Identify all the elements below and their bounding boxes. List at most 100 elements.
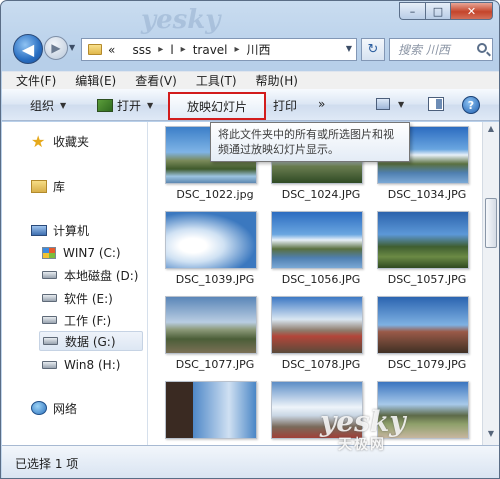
file-item[interactable]: DSC_1039.JPG [165, 211, 261, 286]
maximize-button[interactable]: □ [425, 2, 450, 20]
more-commands-button[interactable]: » [318, 97, 325, 111]
back-arrow-icon[interactable]: ◀ [13, 34, 43, 64]
sidebar-item-computer[interactable]: 计算机 [2, 220, 89, 240]
content-area: ★ 收藏夹 库 计算机 WIN7 (C:) 本地磁盘 (D:) 软件 (E:) … [2, 122, 499, 453]
watermark-subtitle: 天极网 [338, 437, 386, 453]
file-name: DSC_1078.JPG [281, 358, 361, 371]
navigation-pane: ★ 收藏夹 库 计算机 WIN7 (C:) 本地磁盘 (D:) 软件 (E:) … [2, 122, 148, 445]
scrollbar-thumb[interactable] [485, 198, 497, 248]
recent-pages-dropdown-icon[interactable]: ▼ [69, 43, 75, 52]
breadcrumb-chuanxi[interactable]: 川西 [247, 41, 271, 58]
image-thumbnail[interactable] [271, 211, 363, 269]
file-name: DSC_1056.JPG [281, 273, 361, 286]
file-item[interactable]: DSC_1056.JPG [271, 211, 367, 286]
tooltip-line-2: 频通过放映幻灯片显示。 [218, 143, 339, 156]
breadcrumb-sss[interactable]: sss [133, 43, 152, 57]
breadcrumb-separator[interactable]: ▸ [158, 44, 163, 55]
address-dropdown-icon[interactable]: ▼ [346, 44, 352, 53]
sidebar-label: 工作 (F:) [64, 313, 112, 328]
search-placeholder: 搜索 川西 [398, 43, 450, 57]
sidebar-label: 本地磁盘 (D:) [64, 268, 139, 283]
close-button[interactable]: ✕ [450, 2, 493, 20]
slideshow-tooltip: 将此文件夹中的所有或所选图片和视 频通过放映幻灯片显示。 [210, 122, 410, 162]
image-thumbnail[interactable] [377, 211, 469, 269]
file-name: DSC_1077.JPG [175, 358, 255, 371]
hard-drive-icon [42, 294, 57, 302]
hard-drive-icon [42, 316, 57, 324]
chevron-down-icon[interactable]: ▼ [398, 100, 404, 109]
print-button[interactable]: 打印 [273, 97, 297, 114]
sidebar-label: 库 [53, 179, 66, 194]
navigation-row: ◀ ▶ ▼ « sss ▸ l ▸ travel ▸ 川西 ▼ ↻ 搜索 川西 [1, 29, 499, 73]
file-item[interactable]: DSC_1079.JPG [377, 296, 473, 371]
organize-label: 组织 [30, 99, 55, 113]
sidebar-item-drive-e[interactable]: 软件 (E:) [2, 288, 142, 308]
change-view-icon[interactable] [376, 98, 390, 110]
menu-view[interactable]: 查看(V) [135, 72, 177, 89]
sidebar-label: 软件 (E:) [64, 291, 113, 306]
file-name: DSC_1034.JPG [387, 188, 467, 201]
file-item[interactable]: DSC_1057.JPG [377, 211, 473, 286]
windows-drive-icon [42, 247, 56, 259]
sidebar-item-favorites[interactable]: ★ 收藏夹 [2, 131, 89, 151]
file-item[interactable]: DSC_1078.JPG [271, 296, 367, 371]
menu-tools[interactable]: 工具(T) [196, 72, 237, 89]
search-input[interactable]: 搜索 川西 [389, 38, 493, 61]
sidebar-label: WIN7 (C:) [63, 246, 121, 260]
slideshow-button[interactable]: 放映幻灯片 [168, 92, 266, 120]
breadcrumb-separator[interactable]: ▸ [181, 44, 186, 55]
explorer-window: yesky – □ ✕ ◀ ▶ ▼ « sss ▸ l ▸ travel ▸ 川… [0, 0, 500, 479]
sidebar-item-drive-d[interactable]: 本地磁盘 (D:) [2, 265, 142, 285]
file-list: DSC_1022.jpg DSC_1024.JPG DSC_1034.JPG D… [160, 122, 482, 445]
chevron-down-icon[interactable]: ▼ [147, 101, 153, 110]
sidebar-label: 数据 (G:) [65, 334, 116, 349]
image-thumbnail[interactable] [165, 381, 257, 439]
breadcrumb-separator[interactable]: ▸ [235, 44, 240, 55]
sidebar-item-drive-f[interactable]: 工作 (F:) [2, 310, 142, 330]
sidebar-label: 收藏夹 [53, 134, 90, 149]
breadcrumb-l[interactable]: l [170, 43, 173, 57]
hard-drive-icon [42, 361, 57, 369]
menu-bar: 文件(F) 编辑(E) 查看(V) 工具(T) 帮助(H) [2, 71, 499, 89]
file-name: DSC_1079.JPG [387, 358, 467, 371]
caption-buttons: – □ ✕ [399, 2, 493, 20]
star-icon: ★ [31, 131, 46, 151]
image-thumbnail[interactable] [271, 296, 363, 354]
status-text: 已选择 1 项 [15, 457, 79, 471]
breadcrumb-travel[interactable]: travel [193, 43, 228, 57]
preview-pane-icon[interactable] [428, 97, 444, 111]
breadcrumb-overflow[interactable]: « [108, 43, 115, 57]
minimize-button[interactable]: – [399, 2, 425, 20]
file-item[interactable] [165, 381, 261, 439]
image-thumbnail[interactable] [165, 211, 257, 269]
sidebar-item-network[interactable]: 网络 [2, 398, 77, 418]
scroll-up-icon[interactable]: ▲ [485, 124, 497, 138]
vertical-scrollbar[interactable]: ▲ ▼ [482, 122, 499, 445]
breadcrumb-separator [122, 44, 125, 55]
organize-button[interactable]: 组织 ▼ [30, 97, 66, 114]
tooltip-line-1: 将此文件夹中的所有或所选图片和视 [218, 128, 394, 141]
sidebar-item-libraries[interactable]: 库 [2, 176, 65, 196]
refresh-icon[interactable]: ↻ [361, 38, 385, 61]
open-label: 打开 [117, 99, 142, 113]
folder-icon [88, 44, 102, 55]
address-bar[interactable]: « sss ▸ l ▸ travel ▸ 川西 ▼ [81, 38, 357, 61]
file-name: DSC_1022.jpg [176, 188, 254, 201]
forward-arrow-icon[interactable]: ▶ [44, 36, 68, 60]
status-bar: 已选择 1 项 [2, 445, 499, 478]
sidebar-item-drive-h[interactable]: Win8 (H:) [2, 355, 142, 375]
open-button[interactable]: 打开 ▼ [97, 97, 153, 114]
scroll-down-icon[interactable]: ▼ [485, 429, 497, 443]
menu-file[interactable]: 文件(F) [16, 72, 56, 89]
sidebar-item-drive-c[interactable]: WIN7 (C:) [2, 243, 142, 263]
hard-drive-icon [43, 337, 58, 345]
file-name: DSC_1024.JPG [281, 188, 361, 201]
help-icon[interactable]: ? [462, 96, 480, 114]
image-thumbnail[interactable] [165, 296, 257, 354]
menu-edit[interactable]: 编辑(E) [75, 72, 116, 89]
sidebar-item-drive-g[interactable]: 数据 (G:) [39, 331, 143, 351]
file-item[interactable]: DSC_1077.JPG [165, 296, 261, 371]
image-thumbnail[interactable] [377, 296, 469, 354]
menu-help[interactable]: 帮助(H) [256, 72, 298, 89]
search-icon [477, 43, 487, 53]
